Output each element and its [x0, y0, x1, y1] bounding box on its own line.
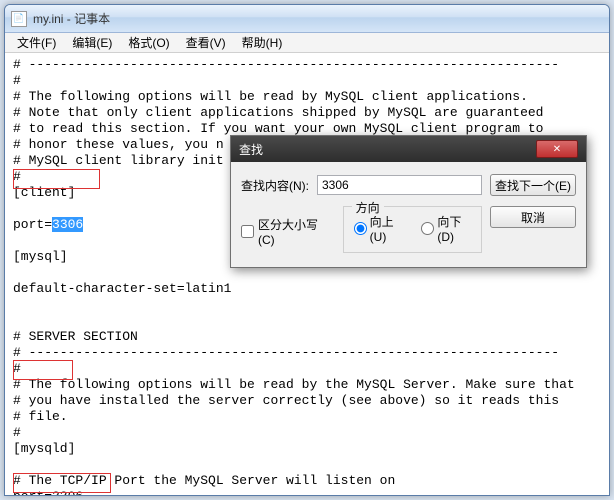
line: # you have installed the server correctl…: [13, 393, 559, 408]
find-titlebar[interactable]: 查找 ✕: [231, 136, 586, 162]
radio-up-label: 向上(U): [370, 213, 404, 244]
match-case-input[interactable]: [241, 225, 254, 238]
find-input[interactable]: [317, 175, 482, 195]
match-case-checkbox[interactable]: 区分大小写(C): [241, 216, 325, 247]
line-port-prefix: port=: [13, 217, 52, 232]
selected-text: 3306: [52, 217, 83, 232]
find-dialog: 查找 ✕ 查找内容(N): 查找下一个(E) 区分大小写(C) 方向 向上(U): [230, 135, 587, 268]
menubar: 文件(F) 编辑(E) 格式(O) 查看(V) 帮助(H): [5, 33, 609, 53]
find-next-button[interactable]: 查找下一个(E): [490, 174, 576, 196]
window-title: my.ini - 记事本: [33, 10, 603, 27]
direction-up[interactable]: 向上(U): [354, 213, 404, 244]
line: # --------------------------------------…: [13, 57, 559, 72]
line: #: [13, 169, 21, 184]
direction-down[interactable]: 向下(D): [421, 213, 471, 244]
app-icon: 📄: [11, 11, 27, 27]
line: # SERVER SECTION: [13, 329, 138, 344]
find-title: 查找: [239, 141, 536, 158]
line: # file.: [13, 409, 68, 424]
line: # Note that only client applications shi…: [13, 105, 544, 120]
direction-legend: 方向: [352, 199, 384, 216]
line: # The following options will be read by …: [13, 377, 575, 392]
line: port=3306: [13, 489, 83, 495]
line: # The TCP/IP Port the MySQL Server will …: [13, 473, 395, 488]
line: # to read this section. If you want your…: [13, 121, 544, 136]
line: # MySQL client library init: [13, 153, 224, 168]
radio-down[interactable]: [421, 222, 434, 235]
line: # honor these values, you n: [13, 137, 224, 152]
titlebar[interactable]: 📄 my.ini - 记事本: [5, 5, 609, 33]
line: #: [13, 425, 21, 440]
menu-edit[interactable]: 编辑(E): [64, 34, 120, 51]
content-area: # --------------------------------------…: [5, 53, 609, 495]
radio-down-label: 向下(D): [437, 213, 471, 244]
line: #: [13, 361, 21, 376]
menu-view[interactable]: 查看(V): [178, 34, 234, 51]
menu-help[interactable]: 帮助(H): [234, 34, 291, 51]
direction-group: 方向 向上(U) 向下(D): [343, 206, 482, 253]
find-body: 查找内容(N): 查找下一个(E) 区分大小写(C) 方向 向上(U) 向下(D…: [231, 162, 586, 267]
line: #: [13, 73, 21, 88]
radio-up[interactable]: [354, 222, 367, 235]
line: # --------------------------------------…: [13, 345, 559, 360]
line: # The following options will be read by …: [13, 89, 528, 104]
line: default-character-set=latin1: [13, 281, 231, 296]
line: [client]: [13, 185, 75, 200]
line: [mysqld]: [13, 441, 75, 456]
menu-file[interactable]: 文件(F): [9, 34, 64, 51]
close-icon: ✕: [553, 144, 561, 155]
text-editor[interactable]: # --------------------------------------…: [5, 53, 609, 495]
menu-format[interactable]: 格式(O): [120, 34, 177, 51]
line: [mysql]: [13, 249, 68, 264]
match-case-label: 区分大小写(C): [258, 216, 325, 247]
cancel-button[interactable]: 取消: [490, 206, 576, 228]
close-button[interactable]: ✕: [536, 140, 578, 158]
find-label: 查找内容(N):: [241, 177, 317, 194]
